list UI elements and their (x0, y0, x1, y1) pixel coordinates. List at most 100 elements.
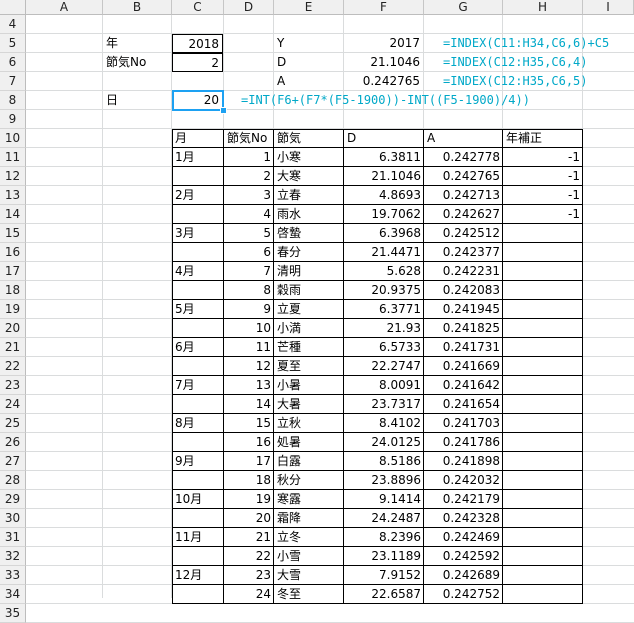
table-cell-sekki-name[interactable]: 穀雨 (274, 281, 344, 300)
table-cell-d-value[interactable]: 8.5186 (344, 452, 424, 471)
table-cell-month[interactable] (172, 471, 224, 490)
table-cell-year-correction[interactable]: -1 (503, 205, 583, 224)
row-header-10[interactable]: 10 (0, 129, 26, 148)
d-formula[interactable]: =INDEX(C12:H35,C6,4) (440, 53, 591, 72)
row-header-28[interactable]: 28 (0, 471, 26, 490)
table-cell-a-value[interactable]: 0.241786 (424, 433, 503, 452)
table-cell-year-correction[interactable]: -1 (503, 167, 583, 186)
a-value[interactable]: 0.242765 (344, 72, 423, 91)
y-formula[interactable]: =INDEX(C11:H34,C6,6)+C5 (440, 34, 612, 53)
table-cell-a-value[interactable]: 0.242032 (424, 471, 503, 490)
row-header-20[interactable]: 20 (0, 319, 26, 338)
row-header-19[interactable]: 19 (0, 300, 26, 319)
table-cell-sekki-name[interactable]: 啓蟄 (274, 224, 344, 243)
table-cell-sekki-no[interactable]: 15 (224, 414, 274, 433)
table-cell-month[interactable] (172, 357, 224, 376)
table-cell-sekki-name[interactable]: 寒露 (274, 490, 344, 509)
table-cell-sekki-name[interactable]: 立春 (274, 186, 344, 205)
row-header-5[interactable]: 5 (0, 34, 26, 53)
table-cell-a-value[interactable]: 0.242179 (424, 490, 503, 509)
table-cell-d-value[interactable]: 6.3968 (344, 224, 424, 243)
table-cell-year-correction[interactable] (503, 414, 583, 433)
table-cell-sekki-no[interactable]: 8 (224, 281, 274, 300)
table-cell-sekki-no[interactable]: 21 (224, 528, 274, 547)
table-cell-d-value[interactable]: 9.1414 (344, 490, 424, 509)
table-cell-month[interactable]: 2月 (172, 186, 224, 205)
table-cell-sekki-no[interactable]: 24 (224, 585, 274, 604)
row-header-21[interactable]: 21 (0, 338, 26, 357)
table-cell-a-value[interactable]: 0.242512 (424, 224, 503, 243)
table-cell-year-correction[interactable] (503, 338, 583, 357)
row-header-6[interactable]: 6 (0, 53, 26, 72)
table-cell-sekki-name[interactable]: 立夏 (274, 300, 344, 319)
table-cell-year-correction[interactable] (503, 490, 583, 509)
table-cell-a-value[interactable]: 0.242328 (424, 509, 503, 528)
column-header-a[interactable]: A (26, 0, 103, 15)
table-cell-d-value[interactable]: 5.628 (344, 262, 424, 281)
table-cell-sekki-no[interactable]: 10 (224, 319, 274, 338)
table-cell-year-correction[interactable] (503, 585, 583, 604)
table-cell-month[interactable]: 8月 (172, 414, 224, 433)
column-header-i[interactable]: I (583, 0, 634, 15)
table-cell-sekki-name[interactable]: 清明 (274, 262, 344, 281)
table-cell-sekki-name[interactable]: 霜降 (274, 509, 344, 528)
table-cell-d-value[interactable]: 8.4102 (344, 414, 424, 433)
row-header-13[interactable]: 13 (0, 186, 26, 205)
table-header-month[interactable]: 月 (172, 129, 224, 148)
a-formula[interactable]: =INDEX(C12:H35,C6,5) (440, 72, 591, 91)
table-cell-month[interactable] (172, 395, 224, 414)
table-cell-a-value[interactable]: 0.241669 (424, 357, 503, 376)
year-input-cell[interactable]: 2018 (172, 34, 223, 53)
row-header-18[interactable]: 18 (0, 281, 26, 300)
table-cell-year-correction[interactable] (503, 224, 583, 243)
row-header-27[interactable]: 27 (0, 452, 26, 471)
y-value[interactable]: 2017 (344, 34, 423, 53)
table-cell-sekki-no[interactable]: 2 (224, 167, 274, 186)
table-cell-sekki-no[interactable]: 5 (224, 224, 274, 243)
table-cell-a-value[interactable]: 0.242469 (424, 528, 503, 547)
fill-handle[interactable] (220, 107, 227, 114)
day-formula[interactable]: =INT(F6+(F7*(F5-1900))-INT((F5-1900)/4)) (238, 91, 533, 110)
table-cell-year-correction[interactable]: -1 (503, 148, 583, 167)
table-cell-sekki-name[interactable]: 秋分 (274, 471, 344, 490)
table-cell-sekki-name[interactable]: 小暑 (274, 376, 344, 395)
table-cell-d-value[interactable]: 24.0125 (344, 433, 424, 452)
table-cell-sekki-no[interactable]: 23 (224, 566, 274, 585)
table-cell-year-correction[interactable] (503, 509, 583, 528)
table-cell-a-value[interactable]: 0.242752 (424, 585, 503, 604)
table-cell-d-value[interactable]: 6.3771 (344, 300, 424, 319)
table-cell-sekki-name[interactable]: 雨水 (274, 205, 344, 224)
table-cell-sekki-no[interactable]: 7 (224, 262, 274, 281)
table-cell-month[interactable] (172, 585, 224, 604)
row-header-25[interactable]: 25 (0, 414, 26, 433)
row-header-34[interactable]: 34 (0, 585, 26, 604)
row-header-4[interactable]: 4 (0, 15, 26, 34)
table-cell-d-value[interactable]: 4.8693 (344, 186, 424, 205)
table-cell-sekki-no[interactable]: 3 (224, 186, 274, 205)
table-cell-month[interactable] (172, 509, 224, 528)
row-header-35[interactable]: 35 (0, 604, 26, 623)
table-cell-year-correction[interactable] (503, 243, 583, 262)
table-cell-sekki-name[interactable]: 小寒 (274, 148, 344, 167)
table-cell-a-value[interactable]: 0.242765 (424, 167, 503, 186)
table-cell-year-correction[interactable] (503, 300, 583, 319)
d-value[interactable]: 21.1046 (344, 53, 423, 72)
sekki-input-cell[interactable]: 2 (172, 53, 223, 72)
table-cell-sekki-name[interactable]: 小雪 (274, 547, 344, 566)
table-header-a-value[interactable]: A (424, 129, 503, 148)
row-header-7[interactable]: 7 (0, 72, 26, 91)
table-header-sekki-name[interactable]: 節気 (274, 129, 344, 148)
table-cell-sekki-name[interactable]: 大暑 (274, 395, 344, 414)
row-header-24[interactable]: 24 (0, 395, 26, 414)
row-header-17[interactable]: 17 (0, 262, 26, 281)
table-cell-sekki-name[interactable]: 処暑 (274, 433, 344, 452)
table-cell-a-value[interactable]: 0.242377 (424, 243, 503, 262)
row-header-22[interactable]: 22 (0, 357, 26, 376)
table-cell-a-value[interactable]: 0.241642 (424, 376, 503, 395)
table-cell-year-correction[interactable] (503, 433, 583, 452)
row-header-11[interactable]: 11 (0, 148, 26, 167)
column-header-d[interactable]: D (224, 0, 274, 15)
table-cell-month[interactable] (172, 281, 224, 300)
table-cell-sekki-name[interactable]: 立冬 (274, 528, 344, 547)
table-cell-year-correction[interactable] (503, 281, 583, 300)
